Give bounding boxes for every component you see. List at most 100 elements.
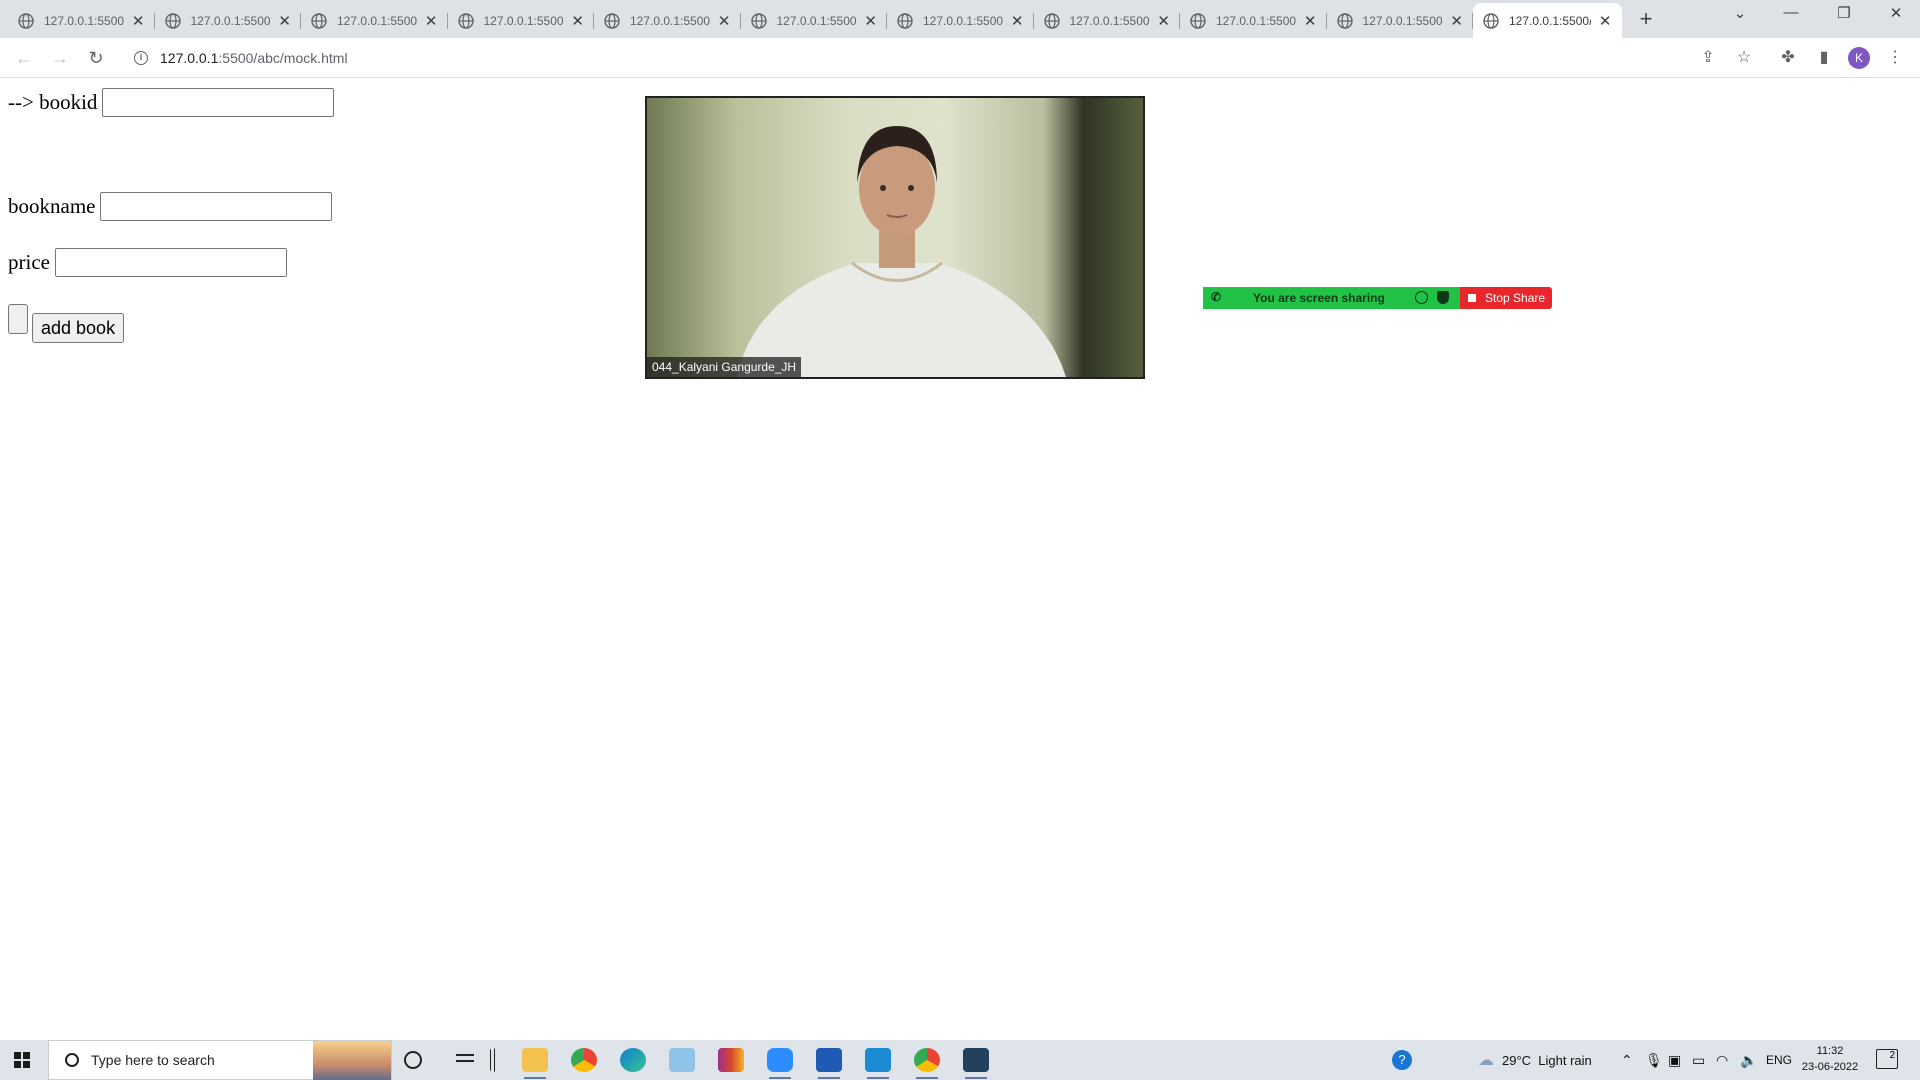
shield-icon[interactable] — [1437, 291, 1449, 304]
wifi-icon[interactable]: ◠ — [1716, 1040, 1728, 1080]
browser-tab[interactable]: 127.0.0.1:5500/ ✕ — [1327, 3, 1473, 38]
windows-start-icon[interactable] — [14, 1052, 30, 1068]
word-icon[interactable] — [816, 1048, 842, 1079]
mysql-workbench-icon[interactable] — [963, 1048, 989, 1079]
add-book-button[interactable]: add book — [32, 313, 125, 343]
bookid-label: --> bookid — [8, 90, 98, 114]
widgets-icon[interactable] — [490, 1048, 496, 1072]
forward-button[interactable]: → — [48, 46, 72, 70]
vscode-icon[interactable] — [865, 1048, 891, 1079]
site-info-icon[interactable]: i — [134, 51, 148, 65]
stop-share-button[interactable]: Stop Share — [1460, 287, 1552, 309]
profile-avatar[interactable]: K — [1848, 47, 1870, 69]
info-icon[interactable] — [1415, 291, 1428, 304]
bookid-input[interactable] — [102, 88, 335, 117]
globe-icon — [1336, 12, 1353, 29]
browser-tab[interactable]: 127.0.0.1:5500/ ✕ — [155, 3, 301, 38]
help-icon[interactable]: ? — [1392, 1040, 1412, 1080]
address-bar[interactable]: i 127.0.0.1:5500/abc/mock.html — [122, 43, 1782, 73]
search-placeholder: Type here to search — [91, 1052, 215, 1068]
cortana-icon[interactable] — [404, 1051, 422, 1069]
tab-title: 127.0.0.1:5500/ — [337, 13, 417, 28]
camera-icon[interactable]: ▣ — [1668, 1040, 1681, 1080]
weather-widget[interactable]: ☁ 29°C Light rain — [1478, 1040, 1592, 1080]
chrome-profile-icon[interactable] — [914, 1048, 940, 1079]
tab-title: 127.0.0.1:5500/ — [630, 13, 710, 28]
browser-tab[interactable]: 127.0.0.1:5500/ ✕ — [741, 3, 887, 38]
close-tab-icon[interactable]: ✕ — [864, 12, 877, 30]
weather-icon: ☁ — [1478, 1052, 1494, 1069]
browser-tab[interactable]: 127.0.0.1:5500/ ✕ — [8, 3, 155, 38]
tab-title: 127.0.0.1:5500/ — [1362, 13, 1443, 28]
close-window-button[interactable]: ✕ — [1878, 4, 1914, 22]
windows-taskbar: Type here to search ? ☁ 29°C Light rain … — [0, 1040, 1920, 1080]
share-icon[interactable]: ⇪ — [1697, 47, 1719, 69]
notification-center-icon[interactable]: 2 — [1876, 1049, 1898, 1069]
task-view-icon[interactable] — [452, 1048, 478, 1072]
browser-tab[interactable]: 127.0.0.1:5500/ ✕ — [1034, 3, 1180, 38]
tray-overflow-icon[interactable]: ⌃ — [1621, 1040, 1633, 1080]
notification-count: 2 — [1889, 1050, 1895, 1061]
globe-icon — [1043, 12, 1060, 29]
tab-title: 127.0.0.1:5500/ — [1216, 13, 1296, 28]
share-status-panel[interactable]: ✆ You are screen sharing — [1203, 287, 1460, 309]
browser-tab[interactable]: 127.0.0.1:5500/ ✕ — [594, 3, 741, 38]
price-input[interactable] — [54, 248, 287, 277]
reload-button[interactable]: ↻ — [84, 46, 108, 70]
battery-icon[interactable]: ▭ — [1692, 1040, 1705, 1080]
participant-video[interactable]: 044_Kalyani Gangurde_JH — [645, 96, 1145, 379]
close-tab-icon[interactable]: ✕ — [132, 12, 145, 30]
edge-icon[interactable] — [620, 1048, 646, 1072]
volume-icon[interactable]: 🔈 — [1740, 1040, 1757, 1080]
chrome-icon[interactable] — [571, 1048, 597, 1072]
empty-button[interactable] — [8, 304, 28, 334]
language-indicator[interactable]: ENG — [1766, 1040, 1792, 1080]
zoom-icon[interactable] — [767, 1048, 793, 1079]
tab-strip: 127.0.0.1:5500/ ✕ 127.0.0.1:5500/ ✕ 127.0.0.… — [0, 0, 1920, 38]
browser-toolbar: ← → ↻ i 127.0.0.1:5500/abc/mock.html ⇪ ☆… — [0, 38, 1920, 78]
close-tab-icon[interactable]: ✕ — [1599, 12, 1612, 30]
clock-time: 11:32 — [1816, 1045, 1844, 1057]
close-tab-icon[interactable]: ✕ — [1157, 12, 1170, 30]
browser-tab[interactable]: 127.0.0.1:5500/ ✕ — [448, 3, 594, 38]
bookname-input[interactable] — [100, 192, 333, 221]
browser-tab[interactable]: 127.0.0.1:5500/ ✕ — [301, 3, 448, 38]
winrar-icon[interactable] — [718, 1048, 744, 1072]
globe-icon — [897, 12, 913, 29]
search-icon — [65, 1053, 79, 1067]
new-tab-button[interactable]: + — [1632, 6, 1660, 32]
phone-icon: ✆ — [1211, 290, 1222, 304]
back-button[interactable]: ← — [12, 46, 36, 70]
participant-name-label: 044_Kalyani Gangurde_JH — [647, 357, 802, 377]
browser-tab[interactable]: 127.0.0.1:5500/ ✕ — [1180, 3, 1327, 38]
bookmark-star-icon[interactable]: ☆ — [1733, 47, 1755, 69]
close-tab-icon[interactable]: ✕ — [278, 12, 291, 30]
stop-share-label: Stop Share — [1485, 291, 1546, 305]
globe-icon — [457, 12, 474, 29]
notepad-icon[interactable] — [669, 1048, 695, 1072]
close-tab-icon[interactable]: ✕ — [718, 12, 731, 30]
stop-icon — [1468, 294, 1476, 302]
browser-tab[interactable]: 127.0.0.1:5500/ ✕ — [887, 3, 1034, 38]
close-tab-icon[interactable]: ✕ — [1450, 12, 1463, 30]
browser-tab[interactable]: 127.0.0.1:5500/ ✕ — [1473, 3, 1622, 38]
restore-button[interactable]: ❐ — [1826, 4, 1862, 22]
globe-icon — [164, 12, 181, 29]
close-tab-icon[interactable]: ✕ — [425, 12, 438, 30]
extensions-icon[interactable]: ✤ — [1777, 47, 1799, 69]
price-row: price — [8, 248, 287, 277]
bookname-label: bookname — [8, 194, 96, 218]
globe-icon — [604, 12, 620, 29]
tab-search-icon[interactable]: ⌄ — [1722, 4, 1758, 22]
taskbar-search-box[interactable]: Type here to search — [48, 1040, 392, 1080]
close-tab-icon[interactable]: ✕ — [1304, 12, 1317, 30]
minimize-button[interactable]: — — [1773, 4, 1809, 21]
file-explorer-icon[interactable] — [522, 1048, 548, 1079]
microphone-icon[interactable]: 🎙 — [1645, 1040, 1663, 1080]
side-panel-icon[interactable]: ▮ — [1813, 47, 1835, 69]
close-tab-icon[interactable]: ✕ — [571, 12, 584, 30]
menu-kebab-icon[interactable]: ⋮ — [1884, 47, 1906, 69]
price-label: price — [8, 250, 50, 274]
taskbar-clock[interactable]: 11:32 23-06-2022 — [1798, 1043, 1862, 1075]
close-tab-icon[interactable]: ✕ — [1011, 12, 1024, 30]
